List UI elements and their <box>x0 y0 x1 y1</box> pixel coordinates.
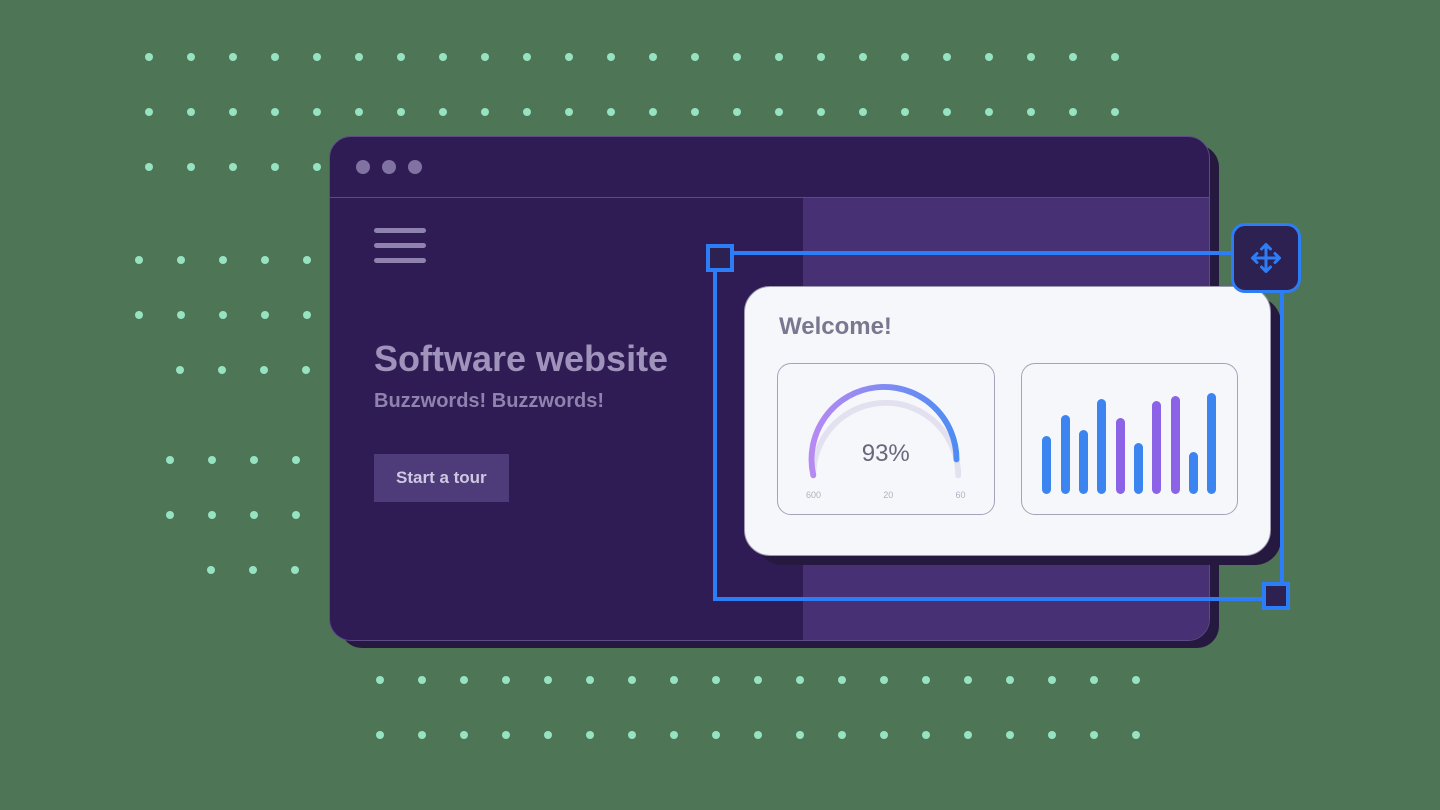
selection-handle-bottom-right[interactable] <box>1262 582 1290 610</box>
hamburger-menu-icon[interactable] <box>374 228 426 273</box>
selection-handle-top-left[interactable] <box>706 244 734 272</box>
bar <box>1207 393 1216 494</box>
dashboard-card-title: Welcome! <box>779 313 1270 341</box>
dashboard-card: Welcome! 93% 600 20 60 <box>744 286 1271 556</box>
gauge-tick-labels: 600 20 60 <box>778 490 994 500</box>
bar-chart <box>1022 364 1238 514</box>
bar <box>1189 452 1198 494</box>
move-arrows-icon <box>1248 240 1284 276</box>
bar <box>1079 430 1088 494</box>
bar <box>1042 436 1051 494</box>
start-tour-button[interactable]: Start a tour <box>374 454 509 502</box>
bar <box>1116 418 1125 494</box>
bar <box>1171 396 1180 494</box>
bar-panel <box>1021 363 1239 515</box>
move-tool-button[interactable] <box>1231 223 1301 293</box>
window-title-bar <box>330 137 1209 198</box>
traffic-light-icon <box>382 160 396 174</box>
traffic-light-icon <box>356 160 370 174</box>
bar <box>1152 401 1161 494</box>
traffic-light-icon <box>408 160 422 174</box>
gauge-panel: 93% 600 20 60 <box>777 363 995 515</box>
bar <box>1061 415 1070 495</box>
hero-title: Software website <box>374 338 668 380</box>
bar <box>1097 399 1106 494</box>
bar <box>1134 443 1143 494</box>
gauge-value: 93% <box>778 440 994 468</box>
hero-subtitle: Buzzwords! Buzzwords! <box>374 390 668 413</box>
